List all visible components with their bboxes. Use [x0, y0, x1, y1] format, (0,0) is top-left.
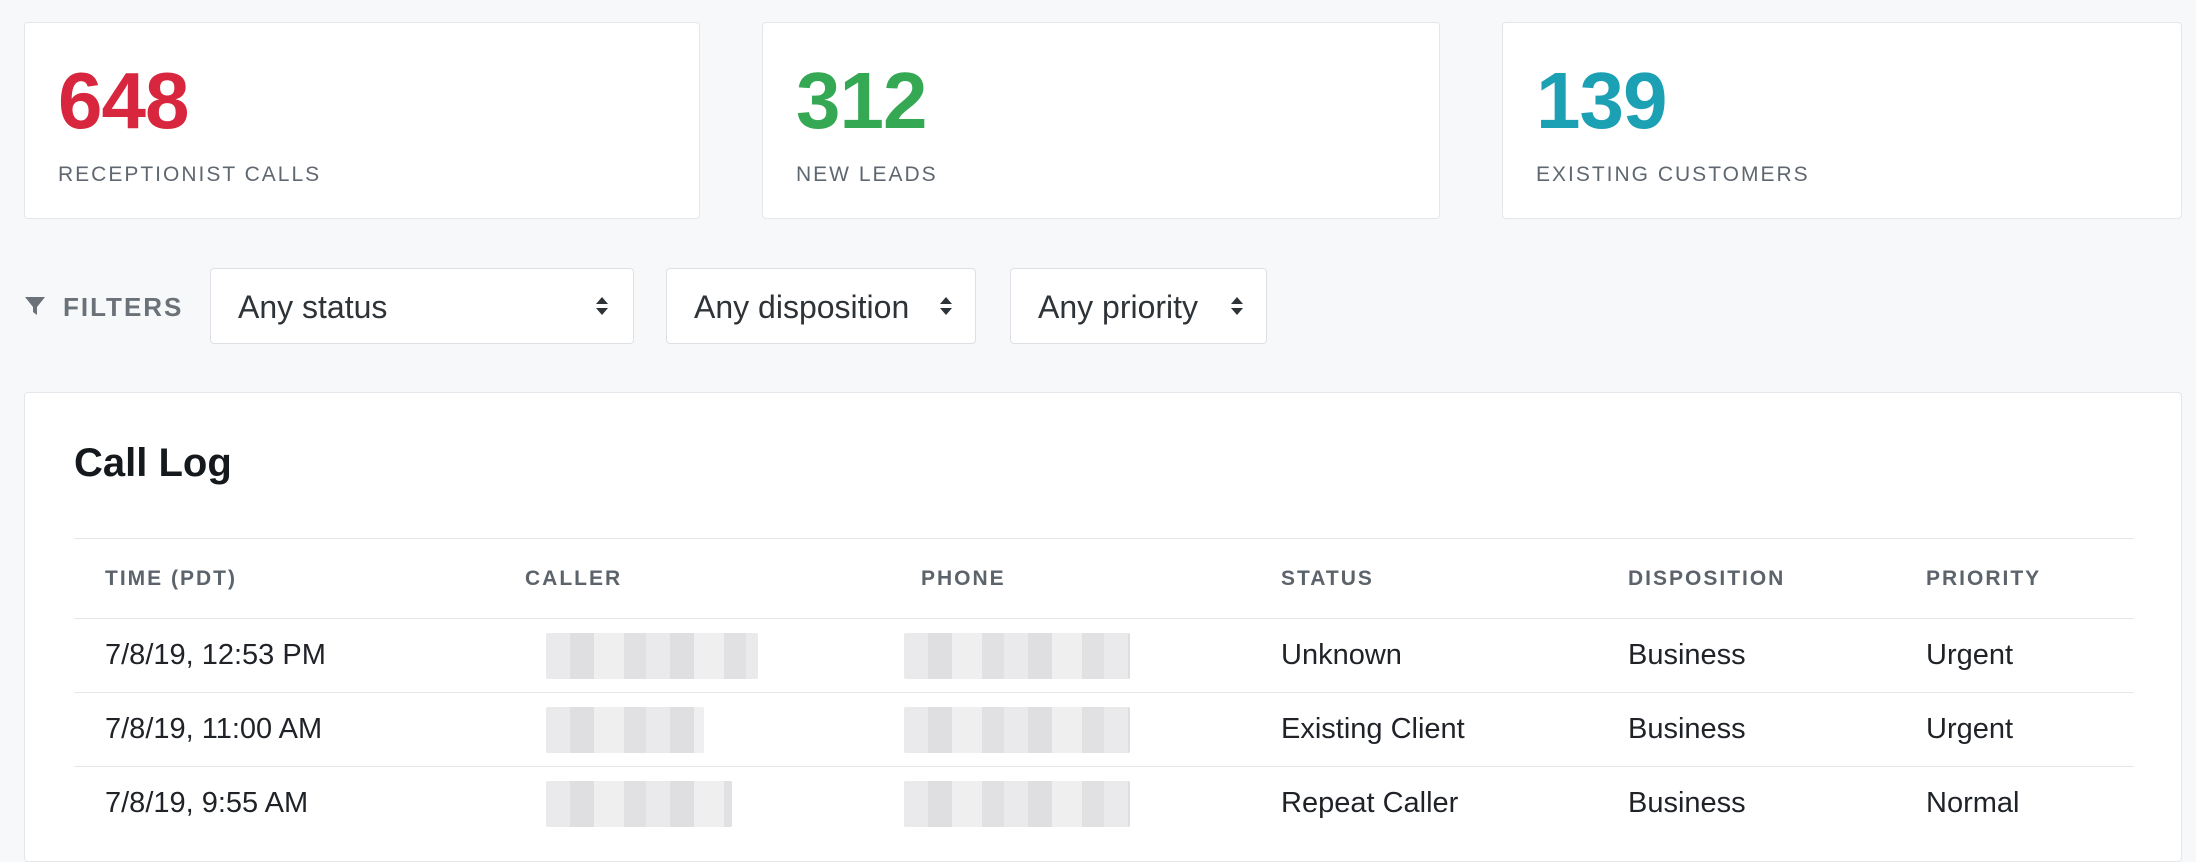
disposition-cell: Business [1628, 713, 1746, 745]
stat-card-existing-customers: 139 EXISTING CUSTOMERS [1502, 22, 2182, 219]
column-header-status[interactable]: STATUS [1281, 539, 1374, 618]
priority-cell: Urgent [1926, 639, 2014, 671]
filters-label: FILTERS [24, 292, 183, 323]
disposition-cell: Business [1628, 639, 1746, 671]
stat-label: EXISTING CUSTOMERS [1536, 163, 1810, 186]
stat-value: 648 [58, 56, 189, 145]
column-header-priority[interactable]: PRIORITY [1926, 539, 2041, 618]
status-select[interactable]: Any status [210, 268, 634, 344]
status-select-value: Any status [238, 289, 388, 325]
priority-cell: Normal [1926, 787, 2020, 819]
filters-bar: FILTERS Any status Any disposition Any p… [24, 268, 1284, 344]
stat-value: 312 [796, 56, 927, 145]
column-header-disposition[interactable]: DISPOSITION [1628, 539, 1785, 618]
caller-redacted [546, 707, 704, 753]
stat-value: 139 [1536, 56, 1667, 145]
table-row[interactable]: 7/8/19, 9:55 AM Repeat Caller Business N… [74, 766, 2134, 840]
call-log-table: TIME (PDT) CALLER PHONE STATUS DISPOSITI… [74, 538, 2134, 840]
call-log-panel: Call Log TIME (PDT) CALLER PHONE STATUS … [24, 392, 2182, 862]
select-arrows-icon [940, 297, 952, 315]
phone-redacted [904, 781, 1130, 827]
time-cell: 7/8/19, 9:55 AM [105, 787, 309, 819]
disposition-select[interactable]: Any disposition [666, 268, 976, 344]
priority-cell: Urgent [1926, 713, 2014, 745]
caller-redacted [546, 633, 758, 679]
phone-redacted [904, 707, 1130, 753]
status-cell: Existing Client [1281, 713, 1465, 745]
time-cell: 7/8/19, 12:53 PM [105, 639, 326, 671]
call-log-title: Call Log [74, 441, 232, 485]
table-row[interactable]: 7/8/19, 11:00 AM Existing Client Busines… [74, 692, 2134, 766]
select-arrows-icon [596, 297, 608, 315]
table-body: 7/8/19, 12:53 PM Unknown Business Urgent… [74, 618, 2134, 840]
stat-label: RECEPTIONIST CALLS [58, 163, 322, 186]
stat-card-receptionist-calls: 648 RECEPTIONIST CALLS [24, 22, 700, 219]
caller-redacted [546, 781, 732, 827]
phone-redacted [904, 633, 1130, 679]
time-cell: 7/8/19, 11:00 AM [105, 713, 323, 745]
table-row[interactable]: 7/8/19, 12:53 PM Unknown Business Urgent [74, 618, 2134, 692]
select-arrows-icon [1231, 297, 1243, 315]
status-cell: Unknown [1281, 639, 1402, 671]
stat-label: NEW LEADS [796, 163, 938, 186]
column-header-caller[interactable]: CALLER [525, 539, 622, 618]
column-header-time[interactable]: TIME (PDT) [105, 539, 237, 618]
stat-card-new-leads: 312 NEW LEADS [762, 22, 1440, 219]
priority-select-value: Any priority [1038, 289, 1199, 325]
table-header-row: TIME (PDT) CALLER PHONE STATUS DISPOSITI… [74, 538, 2134, 618]
status-cell: Repeat Caller [1281, 787, 1459, 819]
disposition-select-value: Any disposition [694, 289, 910, 325]
disposition-cell: Business [1628, 787, 1746, 819]
priority-select[interactable]: Any priority [1010, 268, 1267, 344]
filters-label-text: FILTERS [63, 292, 184, 322]
funnel-icon [25, 296, 45, 315]
column-header-phone[interactable]: PHONE [921, 539, 1006, 618]
stats-row: 648 RECEPTIONIST CALLS 312 NEW LEADS 139… [24, 22, 2182, 219]
